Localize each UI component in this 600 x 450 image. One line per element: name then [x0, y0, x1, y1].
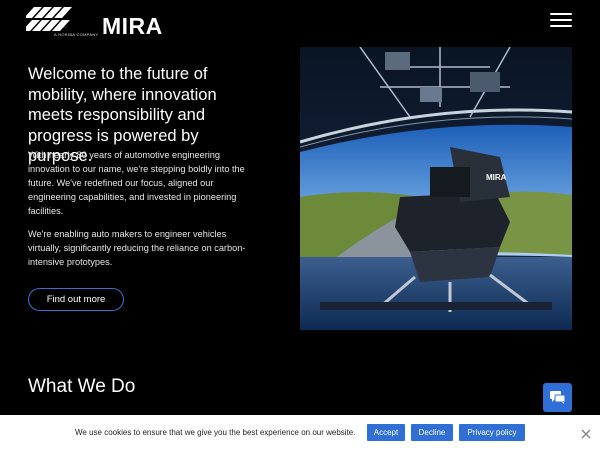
- what-we-do-heading: What We Do: [28, 376, 136, 397]
- site-header: A HORIBA COMPANY MIRA: [0, 0, 600, 48]
- simulator-label: MIRA: [486, 173, 507, 182]
- cookie-message: We use cookies to ensure that we give yo…: [75, 428, 356, 437]
- find-out-more-button[interactable]: Find out more: [28, 288, 124, 311]
- driving-simulator-image: MIRA: [300, 47, 572, 330]
- accept-cookies-button[interactable]: Accept: [367, 424, 405, 441]
- hero-paragraph-1: With nearly 80 years of automotive engin…: [28, 150, 245, 216]
- logo-wordmark: MIRA: [102, 13, 163, 39]
- hamburger-menu-icon[interactable]: [550, 12, 572, 28]
- cookie-consent-bar: We use cookies to ensure that we give yo…: [0, 415, 600, 450]
- privacy-policy-button[interactable]: Privacy policy: [459, 424, 525, 441]
- close-icon[interactable]: [580, 427, 592, 439]
- logo-stripes-icon: [26, 7, 72, 31]
- chat-icon[interactable]: [543, 383, 572, 412]
- mira-logo[interactable]: A HORIBA COMPANY MIRA: [26, 5, 162, 38]
- hero-paragraph-2: We're enabling auto makers to engineer v…: [28, 229, 246, 267]
- decline-cookies-button[interactable]: Decline: [411, 424, 453, 441]
- logo-tagline: A HORIBA COMPANY: [54, 32, 99, 37]
